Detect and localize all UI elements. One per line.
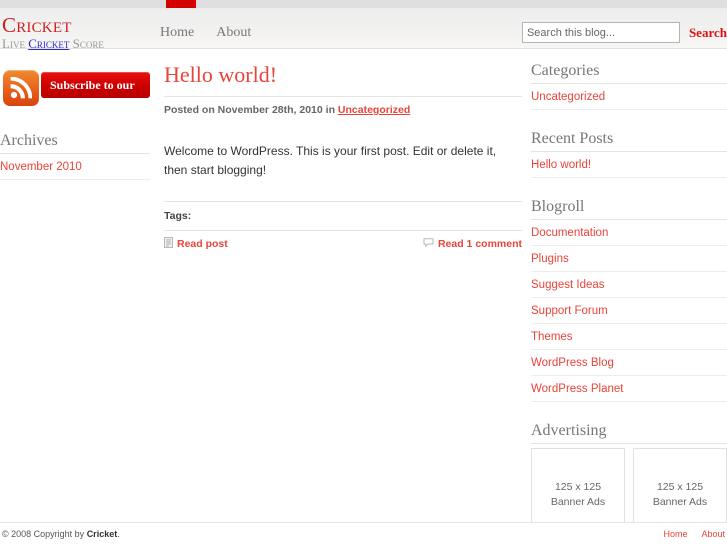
left-sidebar: Subscribe to our Archives November 2010 xyxy=(0,70,150,200)
archives-link[interactable]: November 2010 xyxy=(0,161,82,173)
subscribe-button[interactable]: Subscribe to our xyxy=(41,72,150,98)
list-item: WordPress Blog xyxy=(531,350,727,376)
site-tagline: Live Cricket Score xyxy=(2,37,104,50)
read-post-label: Read post xyxy=(177,238,228,251)
blogroll-widget: Blogroll Documentation Plugins Suggest I… xyxy=(531,198,727,402)
archives-title: Archives xyxy=(0,132,58,149)
advertising-divider xyxy=(531,443,727,444)
blogroll-link-wordpress-planet[interactable]: WordPress Planet xyxy=(531,383,623,395)
subscribe-widget: Subscribe to our xyxy=(0,70,150,108)
post-meta-in: in xyxy=(322,104,338,116)
speech-bubble-icon xyxy=(423,237,434,251)
blogroll-link-documentation[interactable]: Documentation xyxy=(531,227,608,239)
right-sidebar: Categories Uncategorized Recent Posts He… xyxy=(531,62,727,545)
post-title: Hello world! xyxy=(164,62,278,87)
list-item: Plugins xyxy=(531,246,727,272)
list-item: Themes xyxy=(531,324,727,350)
site-header: Cricket Live Cricket Score Home About Se… xyxy=(0,8,727,51)
archives-widget: Archives November 2010 xyxy=(0,132,150,180)
ad-size-label: 125 x 125 xyxy=(554,481,602,494)
post-body: Welcome to WordPress. This is your first… xyxy=(164,144,497,177)
top-strip xyxy=(0,0,727,8)
footer-copyright: © 2008 Copyright by Cricket. xyxy=(2,529,120,539)
post-category-link[interactable]: Uncategorized xyxy=(338,104,410,116)
footer-nav-item-about[interactable]: About xyxy=(701,529,725,539)
nav-item-about[interactable]: About xyxy=(216,25,251,41)
post-tags: Tags: xyxy=(164,201,522,222)
main-navigation: Home About xyxy=(160,25,251,41)
read-post-link[interactable]: Read post xyxy=(164,237,228,251)
page-root: Cricket Live Cricket Score Home About Se… xyxy=(0,0,727,545)
site-footer: © 2008 Copyright by Cricket. Home About xyxy=(0,522,727,545)
post-meta: Posted on November 28th, 2010 in Uncateg… xyxy=(164,104,522,116)
recent-post-link[interactable]: Hello world! xyxy=(531,159,591,171)
list-item: Hello world! xyxy=(531,152,727,178)
recent-posts-title: Recent Posts xyxy=(531,130,614,147)
post-date: November 28th, 2010 xyxy=(217,104,323,116)
post-footer: Read post Read 1 comment xyxy=(164,230,522,251)
search-button[interactable]: Search xyxy=(689,25,727,41)
categories-title: Categories xyxy=(531,62,600,79)
active-tab-marker xyxy=(166,0,196,8)
read-comments-label: Read 1 comment xyxy=(437,238,522,251)
ad-caption-label: Banner Ads xyxy=(652,496,708,508)
blogroll-link-suggest-ideas[interactable]: Suggest Ideas xyxy=(531,279,605,291)
post-meta-prefix: Posted on xyxy=(164,104,218,116)
document-icon xyxy=(164,237,173,251)
footer-copyright-prefix: © 2008 Copyright by xyxy=(2,529,87,539)
blogroll-link-plugins[interactable]: Plugins xyxy=(531,253,569,265)
recent-posts-list: Hello world! xyxy=(531,151,727,178)
categories-widget: Categories Uncategorized xyxy=(531,62,727,110)
advertising-title: Advertising xyxy=(531,422,607,439)
footer-brand: Cricket xyxy=(86,529,118,539)
search-input[interactable] xyxy=(521,22,680,43)
blogroll-title: Blogroll xyxy=(531,198,585,215)
main-content: Hello world! Posted on November 28th, 20… xyxy=(164,62,522,251)
footer-copyright-suffix: . xyxy=(117,529,120,539)
ad-size-label: 125 x 125 xyxy=(656,481,704,494)
post-article: Hello world! Posted on November 28th, 20… xyxy=(164,62,522,251)
post-meta-wrapper: Posted on November 28th, 2010 in Uncateg… xyxy=(164,96,522,116)
site-logo[interactable]: Cricket Live Cricket Score xyxy=(2,13,104,51)
list-item: Support Forum xyxy=(531,298,727,324)
blogroll-link-themes[interactable]: Themes xyxy=(531,331,573,343)
footer-navigation: Home About xyxy=(663,529,725,539)
list-item: Uncategorized xyxy=(531,84,727,110)
nav-item-home[interactable]: Home xyxy=(160,25,194,41)
list-item: Suggest Ideas xyxy=(531,272,727,298)
tagline-text-before: Live xyxy=(2,36,29,51)
blogroll-link-support-forum[interactable]: Support Forum xyxy=(531,305,608,317)
tagline-text-after: Score xyxy=(69,36,104,51)
footer-nav-item-home[interactable]: Home xyxy=(663,529,687,539)
recent-posts-widget: Recent Posts Hello world! xyxy=(531,130,727,178)
tagline-link[interactable]: Cricket xyxy=(28,36,69,51)
blogroll-link-wordpress-blog[interactable]: WordPress Blog xyxy=(531,357,614,369)
list-item: WordPress Planet xyxy=(531,376,727,402)
categories-list: Uncategorized xyxy=(531,83,727,110)
search-form: Search xyxy=(521,22,727,43)
archives-list: November 2010 xyxy=(0,153,150,180)
list-item: Documentation xyxy=(531,220,727,246)
list-item: November 2010 xyxy=(0,154,150,180)
ad-caption-label: Banner Ads xyxy=(550,496,606,508)
blogroll-list: Documentation Plugins Suggest Ideas Supp… xyxy=(531,219,727,402)
read-comments-link[interactable]: Read 1 comment xyxy=(423,237,522,251)
site-title: Cricket xyxy=(2,13,72,37)
rss-icon[interactable] xyxy=(3,70,39,106)
category-link-uncategorized[interactable]: Uncategorized xyxy=(531,91,605,103)
